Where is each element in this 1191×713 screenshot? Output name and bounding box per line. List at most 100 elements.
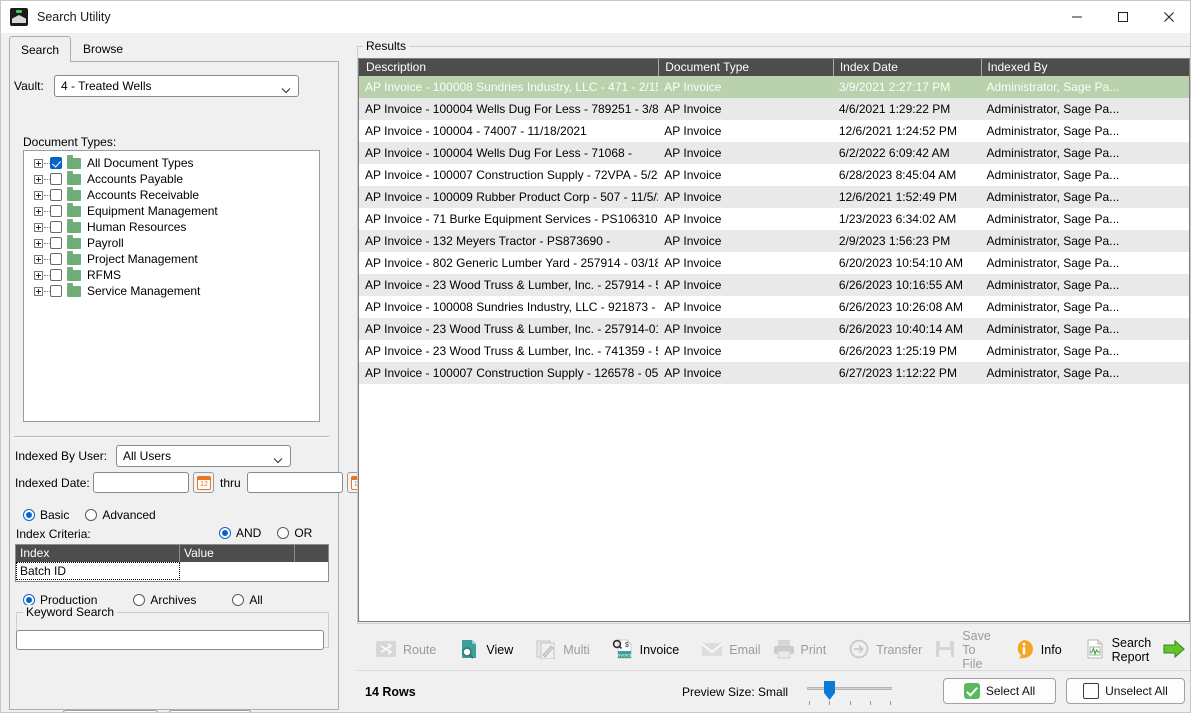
table-row[interactable]: AP Invoice - 100007 Construction Supply … — [359, 164, 1189, 186]
expand-plus-icon[interactable] — [34, 206, 43, 216]
vault-select[interactable]: 4 - Treated Wells — [54, 75, 299, 97]
radio-all[interactable] — [232, 594, 245, 606]
toolbar-multi-button: Multi — [529, 635, 595, 665]
column-header-index-date[interactable]: Index Date — [832, 59, 981, 76]
keyword-search-input[interactable] — [16, 630, 324, 650]
radio-all-label: All — [249, 593, 263, 607]
expand-plus-icon[interactable] — [34, 254, 43, 264]
radio-or[interactable] — [277, 527, 290, 539]
preview-size-slider[interactable] — [807, 681, 892, 705]
tree-node[interactable]: Service Management — [24, 282, 319, 299]
cell-document-type: AP Invoice — [664, 190, 722, 204]
criteria-row[interactable]: Batch ID — [16, 562, 328, 580]
tab-browse[interactable]: Browse — [71, 36, 135, 61]
tree-node[interactable]: Accounts Payable — [24, 170, 319, 187]
tree-node-label: Payroll — [87, 236, 124, 250]
toolbar-view-button[interactable]: View — [452, 635, 519, 665]
table-row[interactable]: AP Invoice - 71 Burke Equipment Services… — [359, 208, 1189, 230]
cell-indexed-by: Administrator, Sage Pa... — [986, 124, 1120, 138]
expand-plus-icon[interactable] — [34, 238, 43, 248]
table-row[interactable]: AP Invoice - 100004 Wells Dug For Less -… — [359, 142, 1189, 164]
radio-basic[interactable] — [23, 509, 35, 521]
table-row[interactable]: AP Invoice - 100008 Sundries Industry, L… — [359, 296, 1189, 318]
tree-node-checkbox[interactable] — [50, 189, 62, 201]
column-header-description[interactable]: Description — [359, 59, 658, 76]
vault-value: 4 - Treated Wells — [61, 79, 152, 93]
toolbar-search-report-button[interactable]: Search Report — [1078, 635, 1158, 665]
indexed-date-from-input[interactable] — [93, 472, 189, 493]
maximize-icon[interactable] — [1100, 1, 1146, 33]
radio-archives[interactable] — [133, 594, 146, 606]
cell-document-type: AP Invoice — [664, 322, 722, 336]
tree-node[interactable]: RFMS — [24, 266, 319, 283]
tree-node[interactable]: Human Resources — [24, 218, 319, 235]
table-row[interactable]: AP Invoice - 802 Generic Lumber Yard - 2… — [359, 252, 1189, 274]
radio-and[interactable] — [219, 527, 231, 539]
toolbar-send-button[interactable]: Send — [1157, 635, 1190, 665]
indexed-date-to-input[interactable] — [246, 472, 343, 493]
results-grid[interactable]: Description Document Type Index Date Ind… — [358, 58, 1190, 622]
slider-thumb[interactable] — [824, 681, 835, 700]
results-grid-body[interactable]: AP Invoice - 100008 Sundries Industry, L… — [359, 76, 1189, 384]
tree-node[interactable]: Payroll — [24, 234, 319, 251]
tree-node-checkbox[interactable] — [50, 221, 62, 233]
table-row[interactable]: AP Invoice - 132 Meyers Tractor - PS8736… — [359, 230, 1189, 252]
column-header-document-type[interactable]: Document Type — [658, 59, 833, 76]
cell-document-type: AP Invoice — [664, 80, 722, 94]
tree-node-checkbox[interactable] — [50, 253, 62, 265]
tree-node-checkbox[interactable] — [50, 285, 62, 297]
tree-node[interactable]: Equipment Management — [24, 202, 319, 219]
tree-node-checkbox[interactable] — [50, 269, 62, 281]
indexed-by-user-row: Indexed By User: All Users — [15, 445, 291, 467]
close-icon[interactable] — [1146, 1, 1190, 33]
keyword-search-legend: Keyword Search — [23, 605, 118, 619]
radio-advanced[interactable] — [85, 509, 98, 521]
calendar-icon-from[interactable]: 12 — [193, 472, 214, 493]
criteria-value-cell[interactable] — [180, 562, 328, 580]
search-utility-window: Search Utility Search Browse Vault: 4 - … — [0, 0, 1191, 713]
criteria-col-value: Value — [180, 545, 295, 562]
tree-node[interactable]: Project Management — [24, 250, 319, 267]
cell-index-date: 6/27/2023 1:12:22 PM — [838, 366, 957, 380]
indexed-date-label: Indexed Date: — [15, 475, 90, 490]
email-icon — [701, 639, 723, 661]
radio-and-label: AND — [236, 526, 262, 540]
table-row[interactable]: AP Invoice - 100007 Construction Supply … — [359, 362, 1189, 384]
tree-node-checkbox[interactable] — [50, 237, 62, 249]
cell-index-date: 2/9/2023 1:56:23 PM — [838, 234, 951, 248]
expand-plus-icon[interactable] — [34, 270, 43, 280]
criteria-index-cell[interactable]: Batch ID — [16, 562, 180, 580]
index-criteria-grid[interactable]: Index Value Batch ID — [15, 544, 329, 582]
table-row[interactable]: AP Invoice - 100004 Wells Dug For Less -… — [359, 98, 1189, 120]
minimize-icon[interactable] — [1054, 1, 1100, 33]
table-row[interactable]: AP Invoice - 23 Wood Truss & Lumber, Inc… — [359, 318, 1189, 340]
expand-plus-icon[interactable] — [34, 222, 43, 232]
tree-node-checkbox[interactable] — [50, 205, 62, 217]
slider-track[interactable] — [807, 687, 892, 690]
unselect-all-button[interactable]: Unselect All — [1066, 678, 1185, 704]
tree-node-checkbox[interactable] — [50, 173, 62, 185]
expand-plus-icon[interactable] — [34, 286, 43, 296]
table-row[interactable]: AP Invoice - 100008 Sundries Industry, L… — [359, 76, 1189, 98]
table-row[interactable]: AP Invoice - 100009 Rubber Product Corp … — [359, 186, 1189, 208]
column-header-indexed-by[interactable]: Indexed By — [980, 59, 1190, 76]
tree-node[interactable]: All Document Types — [24, 154, 319, 171]
tab-browse-label: Browse — [83, 42, 124, 56]
route-icon — [375, 639, 397, 661]
chevron-down-icon — [273, 453, 283, 467]
select-all-button[interactable]: Select All — [943, 678, 1056, 704]
cell-description: AP Invoice - 23 Wood Truss & Lumber, Inc… — [365, 278, 659, 292]
table-row[interactable]: AP Invoice - 23 Wood Truss & Lumber, Inc… — [359, 274, 1189, 296]
toolbar-info-button[interactable]: Info — [1007, 635, 1068, 665]
toolbar-invoice-button[interactable]: INVOICE $ Invoice — [606, 635, 686, 665]
table-row[interactable]: AP Invoice - 23 Wood Truss & Lumber, Inc… — [359, 340, 1189, 362]
tree-node[interactable]: Accounts Receivable — [24, 186, 319, 203]
tab-search[interactable]: Search — [9, 36, 72, 62]
expand-plus-icon[interactable] — [34, 190, 43, 200]
expand-plus-icon[interactable] — [34, 174, 43, 184]
tree-node-checkbox[interactable] — [50, 157, 62, 169]
document-types-tree[interactable]: All Document Types Accounts Payable Accoun… — [23, 150, 320, 422]
indexed-by-user-select[interactable]: All Users — [116, 445, 291, 467]
expand-plus-icon[interactable] — [34, 158, 43, 168]
table-row[interactable]: AP Invoice - 100004 - 74007 - 11/18/2021… — [359, 120, 1189, 142]
